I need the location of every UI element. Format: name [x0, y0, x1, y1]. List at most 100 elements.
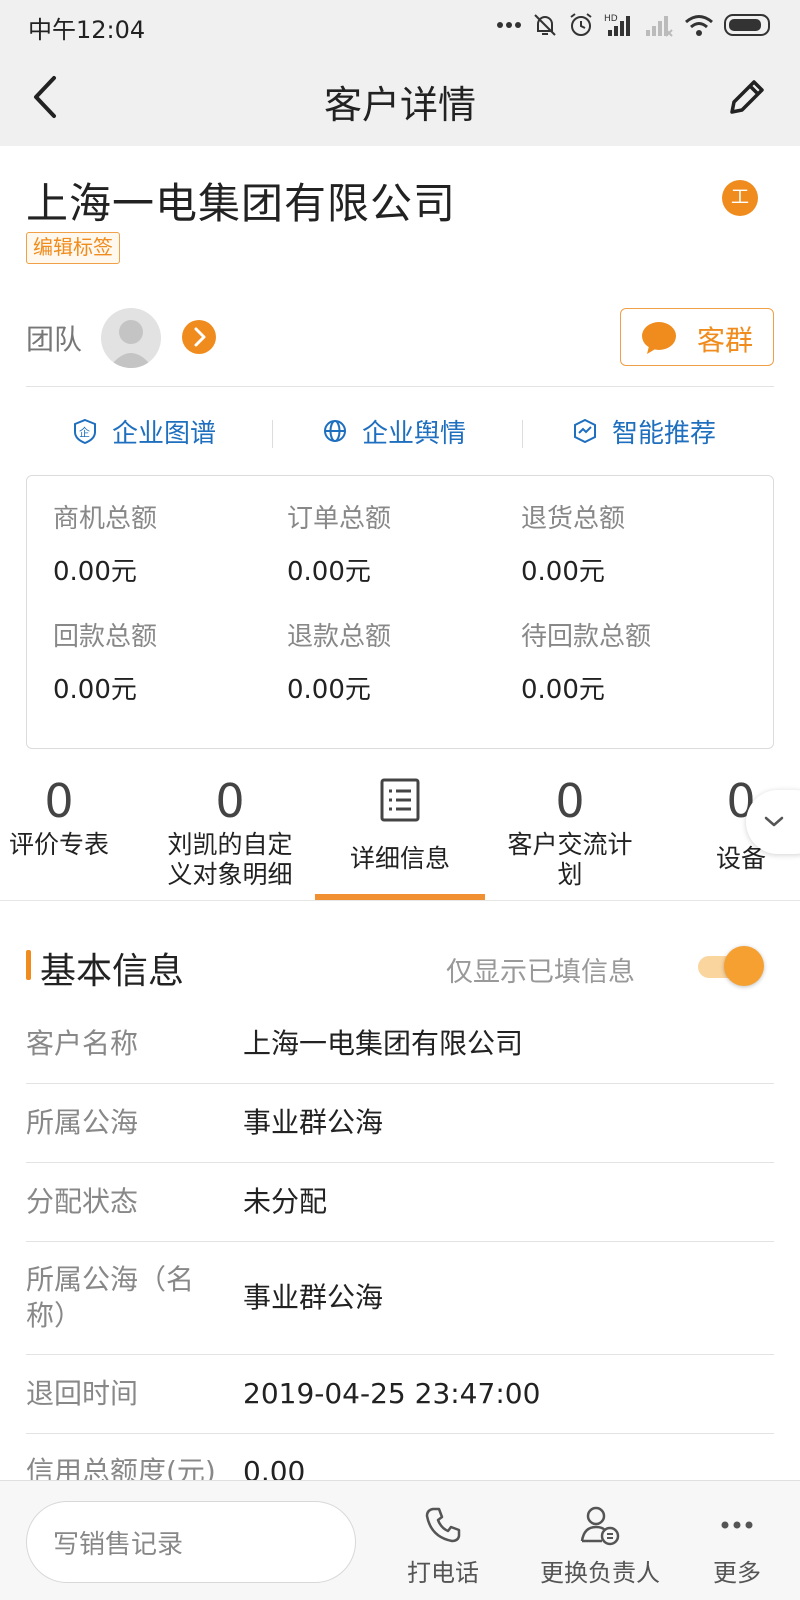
- field-row: 客户名称 上海一电集团有限公司: [26, 1004, 774, 1084]
- filter-label: 仅显示已填信息: [446, 957, 635, 988]
- page-title: 客户详情: [323, 83, 476, 127]
- stat-value: 0.00元: [521, 557, 605, 587]
- smart-recommend-icon: [574, 418, 596, 444]
- more-icon: [721, 1521, 753, 1529]
- tab-label: 客户交流计划: [507, 830, 633, 889]
- chat-bubble-icon: [642, 322, 676, 354]
- stat-return-total: 退货总额 0.00元: [521, 498, 751, 588]
- section-title: 基本信息: [40, 951, 185, 992]
- tab-evaluation[interactable]: 0 评价专表: [0, 772, 144, 860]
- stat-value: 0.00元: [287, 675, 371, 705]
- toggle-knob: [724, 946, 764, 986]
- stat-pending-payment-total: 待回款总额 0.00元: [521, 616, 751, 706]
- stats-card: 商机总额 0.00元 订单总额 0.00元 退货总额 0.00元 回款总额 0.…: [26, 475, 774, 749]
- enterprise-map-icon: 企: [74, 418, 96, 444]
- quick-links: 企 企业图谱 企业舆情 智能推荐: [0, 410, 800, 452]
- sales-record-input[interactable]: 写销售记录: [26, 1501, 356, 1583]
- svg-text:企: 企: [79, 425, 90, 439]
- divider: [0, 900, 800, 901]
- more-dots-icon: [497, 22, 521, 28]
- enterprise-map-label: 企业图谱: [112, 418, 217, 449]
- enterprise-map-link[interactable]: 企 企业图谱: [72, 410, 216, 452]
- change-owner-label: 更换负责人: [540, 1559, 660, 1587]
- field-row: 所属公海（名称） 事业群公海: [26, 1242, 774, 1355]
- company-name: 上海一电集团有限公司: [26, 179, 457, 228]
- stat-value: 0.00元: [521, 675, 605, 705]
- stat-label: 退货总额: [521, 504, 626, 534]
- call-button[interactable]: 打电话: [398, 1503, 488, 1588]
- tab-count: 0: [555, 774, 585, 828]
- team-label: 团队: [26, 323, 83, 356]
- stat-value: 0.00元: [53, 557, 137, 587]
- alarm-icon: [570, 13, 592, 36]
- svg-text:HD: HD: [604, 14, 618, 24]
- more-button[interactable]: 更多: [702, 1503, 772, 1588]
- smart-recommend-label: 智能推荐: [612, 418, 717, 449]
- sales-record-placeholder: 写销售记录: [53, 1530, 184, 1560]
- detail-list-icon: [315, 772, 485, 830]
- chevron-down-icon: [764, 816, 784, 827]
- field-label: 分配状态: [26, 1185, 139, 1218]
- field-label: 客户名称: [26, 1027, 139, 1060]
- edit-pencil-icon[interactable]: [724, 74, 770, 120]
- enterprise-sentiment-link[interactable]: 企业舆情: [322, 410, 466, 452]
- customer-group-button[interactable]: 客群: [620, 308, 774, 366]
- field-label: 所属公海（名称）: [26, 1263, 195, 1332]
- change-owner-button[interactable]: 更换负责人: [530, 1503, 670, 1588]
- wifi-icon: [685, 15, 713, 36]
- stat-refund-total: 退款总额 0.00元: [287, 616, 517, 706]
- hd-signal-icon: HD: [604, 14, 630, 36]
- team-arrow-button[interactable]: [182, 320, 216, 354]
- globe-icon: [324, 420, 346, 442]
- tab-bar: 0 评价专表 0 刘凯的自定义对象明细 详细信息 0 客户交流计划 0 设备: [0, 772, 800, 900]
- more-label: 更多: [713, 1559, 761, 1587]
- tab-count: 0: [44, 774, 74, 828]
- avatar[interactable]: [101, 308, 161, 368]
- battery-icon: [724, 14, 770, 36]
- status-time: 中午12:04: [28, 16, 146, 44]
- stat-label: 待回款总额: [521, 622, 652, 652]
- stat-payment-total: 回款总额 0.00元: [53, 616, 283, 706]
- stat-label: 退款总额: [287, 622, 392, 652]
- field-row: 分配状态 未分配: [26, 1163, 774, 1242]
- stat-order-total: 订单总额 0.00元: [287, 498, 517, 588]
- enterprise-sentiment-label: 企业舆情: [362, 418, 467, 449]
- business-badge-icon[interactable]: 工: [722, 180, 758, 216]
- field-value: 2019-04-25 23:47:00: [243, 1377, 541, 1410]
- tab-communication-plan[interactable]: 0 客户交流计划: [485, 772, 655, 890]
- bell-off-icon: [534, 14, 556, 36]
- phone-icon: [425, 1507, 461, 1543]
- divider: [272, 420, 273, 448]
- stat-opportunity-total: 商机总额 0.00元: [53, 498, 283, 588]
- tab-label: 刘凯的自定义对象明细: [167, 830, 293, 889]
- customer-group-label: 客群: [697, 324, 754, 357]
- divider: [26, 386, 774, 387]
- stat-label: 订单总额: [287, 504, 392, 534]
- stat-value: 0.00元: [53, 675, 137, 705]
- tab-details[interactable]: 详细信息: [315, 772, 485, 874]
- stat-label: 回款总额: [53, 622, 158, 652]
- field-label: 所属公海: [26, 1106, 139, 1139]
- tab-count: 0: [215, 774, 245, 828]
- smart-recommend-link[interactable]: 智能推荐: [572, 410, 716, 452]
- tab-label: 评价专表: [8, 830, 109, 859]
- tab-custom-object[interactable]: 0 刘凯的自定义对象明细: [145, 772, 315, 890]
- change-owner-icon: [580, 1506, 620, 1546]
- signal-weak-icon: [646, 16, 673, 37]
- edit-tag-button[interactable]: 编辑标签: [26, 232, 120, 264]
- field-value: 上海一电集团有限公司: [243, 1027, 524, 1060]
- status-bar: 中午12:04 HD: [0, 0, 800, 50]
- nav-bar: 客户详情: [0, 50, 800, 146]
- avatar-placeholder-icon: [109, 320, 153, 368]
- status-icons: HD: [496, 12, 774, 38]
- field-row: 所属公海 事业群公海: [26, 1084, 774, 1163]
- field-value: 事业群公海: [243, 1281, 384, 1314]
- call-label: 打电话: [407, 1559, 479, 1587]
- field-value: 事业群公海: [243, 1106, 384, 1139]
- stat-label: 商机总额: [53, 504, 158, 534]
- show-filled-toggle[interactable]: [694, 944, 764, 988]
- field-value: 未分配: [243, 1185, 328, 1218]
- tab-label: 详细信息: [349, 844, 450, 873]
- expand-tabs-button[interactable]: [746, 790, 800, 854]
- divider: [522, 420, 523, 448]
